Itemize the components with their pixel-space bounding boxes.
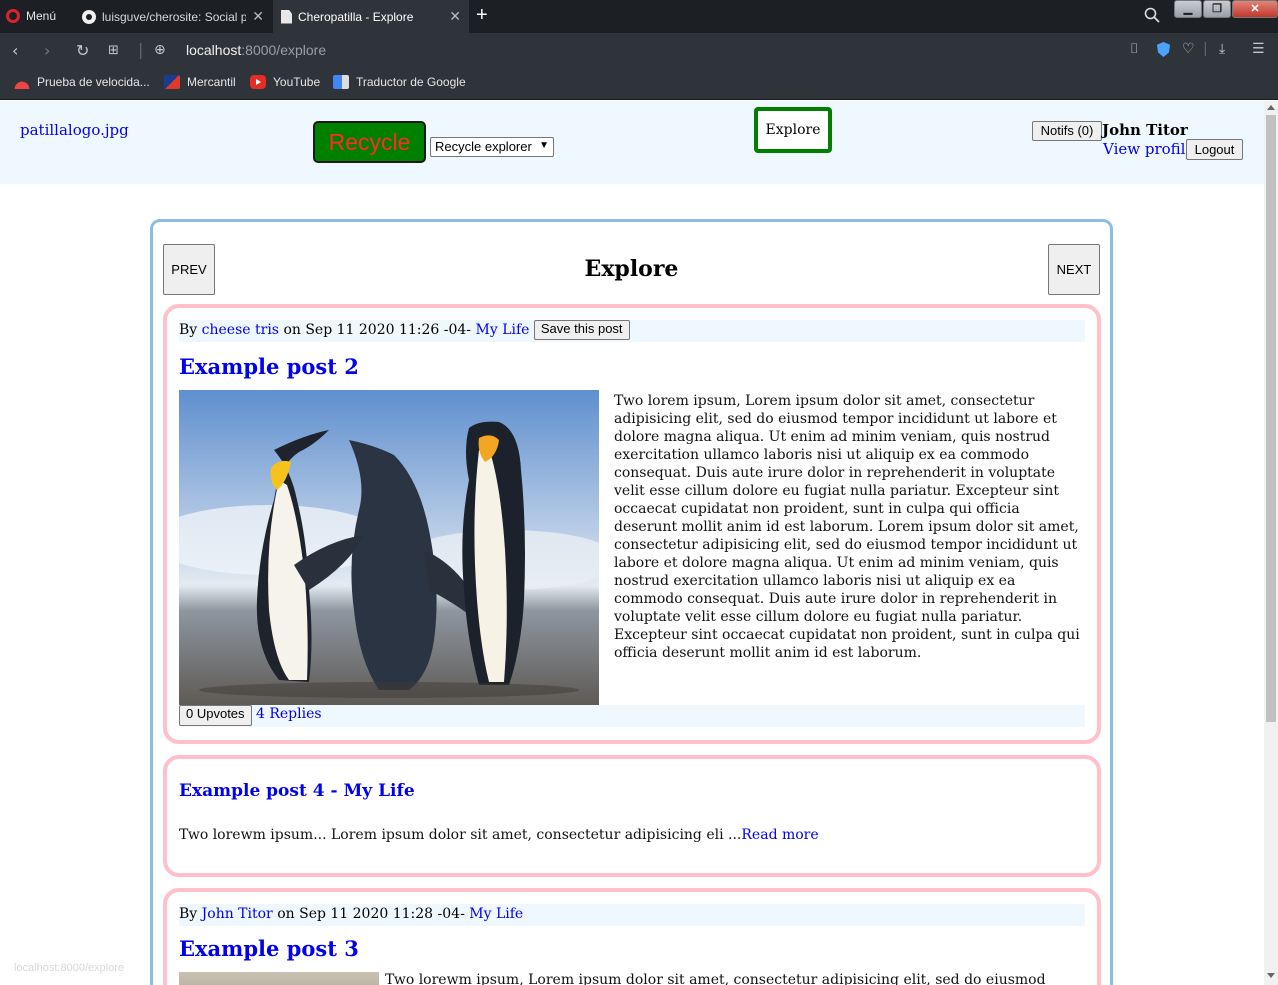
bookmark-mercantil[interactable]: Mercantil (164, 75, 236, 89)
speedtest-icon (14, 75, 30, 89)
url-field[interactable]: localhost:8000/explore (186, 42, 326, 58)
tab-github[interactable]: luisguve/cherosite: Social p ✕ (74, 0, 272, 33)
post-card: By cheese tris on Sep 11 2020 11:26 -04-… (163, 304, 1101, 744)
explore-button[interactable]: Explore (754, 107, 832, 153)
save-post-button[interactable]: Save this post (533, 320, 630, 340)
tabs-grid-icon[interactable]: ⊞ (108, 43, 119, 58)
post-title-link[interactable]: Example post 2 (179, 354, 359, 379)
replies-link[interactable]: 4 Replies (256, 706, 322, 722)
bookmark-label: Mercantil (187, 75, 236, 89)
post-meta: By John Titor on Sep 11 2020 11:28 -04- … (179, 904, 1085, 926)
recycle-button[interactable]: Recycle (313, 121, 426, 163)
camera-icon[interactable]: ⌷ (1130, 41, 1138, 57)
site-header: patillalogo.jpg Recycle Recycle explorer… (0, 101, 1264, 184)
google-translate-icon (333, 75, 349, 89)
bookmark-label: Traductor de Google (356, 75, 466, 89)
close-tab-icon[interactable]: ✕ (252, 8, 264, 25)
prev-page-button[interactable]: PREV (163, 244, 215, 295)
page-title: Explore (584, 256, 679, 282)
scroll-down-icon[interactable] (1267, 973, 1275, 978)
window-close-icon[interactable]: ✕ (1232, 0, 1278, 18)
adblock-shield-icon[interactable] (1157, 42, 1170, 57)
status-bar-url: localhost:8000/explore (14, 962, 125, 974)
post-title-link[interactable]: Example post 4 (179, 781, 325, 801)
author-link[interactable]: John Titor (202, 906, 273, 922)
by-prefix: By (179, 322, 198, 338)
address-divider: | (138, 40, 144, 59)
section-link[interactable]: My Life (469, 906, 523, 922)
post-title-line: Example post 4 - My Life (179, 781, 415, 801)
address-bar: ‹ › ↻ ⊞ | ⊕ localhost:8000/explore ⌷ ♡ |… (0, 33, 1278, 67)
recycle-select-value: Recycle explorer (435, 139, 532, 154)
maximize-icon[interactable]: ❐ (1203, 0, 1231, 18)
by-prefix: By (179, 906, 198, 922)
notifications-button[interactable]: Notifs (0) (1032, 121, 1102, 141)
minimize-icon[interactable]: ▁ (1174, 0, 1202, 18)
post-body-text: Two lorewm ipsum, Lorem ipsum dolor sit … (385, 972, 1046, 985)
excerpt-text: Two lorewm ipsum... Lorem ipsum dolor si… (179, 827, 742, 843)
author-link[interactable]: cheese tris (202, 322, 279, 338)
bookmarks-bar: Prueba de velocida... Mercantil YouTube … (0, 67, 1278, 100)
mercantil-icon (164, 75, 180, 89)
bookmark-speedtest[interactable]: Prueba de velocida... (14, 75, 150, 89)
section-link[interactable]: My Life (476, 322, 530, 338)
post-title-link[interactable]: Example post 3 (179, 936, 359, 961)
tab-title: luisguve/cherosite: Social p (102, 9, 247, 24)
opera-menu-button[interactable]: Menú (6, 6, 56, 26)
post-excerpt: Two lorewm ipsum... Lorem ipsum dolor si… (179, 827, 819, 843)
recycle-type-select[interactable]: Recycle explorer ▼ (430, 137, 554, 157)
scrollbar-thumb[interactable] (1266, 115, 1276, 722)
post-meta: By cheese tris on Sep 11 2020 11:26 -04-… (179, 320, 1085, 342)
url-host: localhost (186, 42, 242, 58)
download-icon[interactable]: ⤓ (1219, 41, 1225, 57)
tab-cheropatilla[interactable]: Cheropatilla - Explore ✕ (273, 0, 469, 33)
menu-label: Menú (26, 9, 57, 23)
post-image-penguins[interactable] (179, 390, 599, 705)
page-icon (281, 9, 292, 24)
toolbar-divider: | (1203, 41, 1208, 57)
post-date: on Sep 11 2020 11:26 -04- (283, 322, 472, 338)
scroll-up-icon[interactable] (1267, 105, 1275, 110)
bookmark-label: Prueba de velocida... (37, 75, 150, 89)
heart-icon[interactable]: ♡ (1182, 41, 1195, 57)
easy-setup-icon[interactable]: ☰ (1252, 41, 1265, 57)
bookmark-google-translate[interactable]: Traductor de Google (333, 75, 466, 89)
tab-title: Cheropatilla - Explore (298, 9, 414, 24)
chevron-down-icon: ▼ (539, 140, 549, 151)
youtube-icon (250, 75, 266, 89)
post-card: By John Titor on Sep 11 2020 11:28 -04- … (163, 888, 1101, 985)
view-profile-link[interactable]: View profile (1103, 140, 1194, 158)
post-date: on Sep 11 2020 11:28 -04- (277, 906, 465, 922)
browser-tab-bar: Menú luisguve/cherosite: Social p ✕ Cher… (0, 0, 1278, 33)
site-logo-link[interactable]: patillalogo.jpg (20, 121, 129, 139)
user-name: John Titor (1102, 121, 1188, 139)
bookmark-label: YouTube (273, 75, 321, 89)
post-body-text: Two lorem ipsum, Lorem ipsum dolor sit a… (614, 393, 1080, 661)
back-icon[interactable]: ‹ (12, 41, 18, 60)
section-link[interactable]: My Life (343, 781, 414, 801)
post-footer: 0 Upvotes 4 Replies (179, 705, 1085, 727)
logout-button[interactable]: Logout (1186, 139, 1243, 160)
title-separator: - (324, 781, 344, 801)
window-controls: ▁ ❐ ✕ (1174, 0, 1278, 20)
upvote-button[interactable]: 0 Upvotes (179, 705, 252, 726)
new-tab-icon[interactable]: + (476, 4, 488, 27)
forward-icon[interactable]: › (44, 41, 50, 60)
post-card: Example post 4 - My Life Two lorewm ipsu… (163, 755, 1101, 877)
bookmark-youtube[interactable]: YouTube (250, 75, 320, 89)
reload-icon[interactable]: ↻ (76, 41, 89, 60)
page-viewport: patillalogo.jpg Recycle Recycle explorer… (0, 101, 1264, 985)
globe-icon[interactable]: ⊕ (154, 42, 166, 58)
read-more-link[interactable]: Read more (741, 827, 818, 843)
page-scrollbar[interactable] (1264, 101, 1278, 985)
tab-search-icon[interactable] (1144, 7, 1160, 23)
opera-logo-icon (6, 9, 20, 23)
close-tab-icon[interactable]: ✕ (449, 8, 461, 25)
github-icon (82, 9, 96, 24)
explore-feed: Explore PREV NEXT By cheese tris on Sep … (150, 219, 1113, 985)
post-image[interactable] (179, 972, 379, 985)
next-page-button[interactable]: NEXT (1048, 244, 1100, 295)
penguins-image (179, 390, 599, 705)
url-path: :8000/explore (241, 42, 327, 58)
